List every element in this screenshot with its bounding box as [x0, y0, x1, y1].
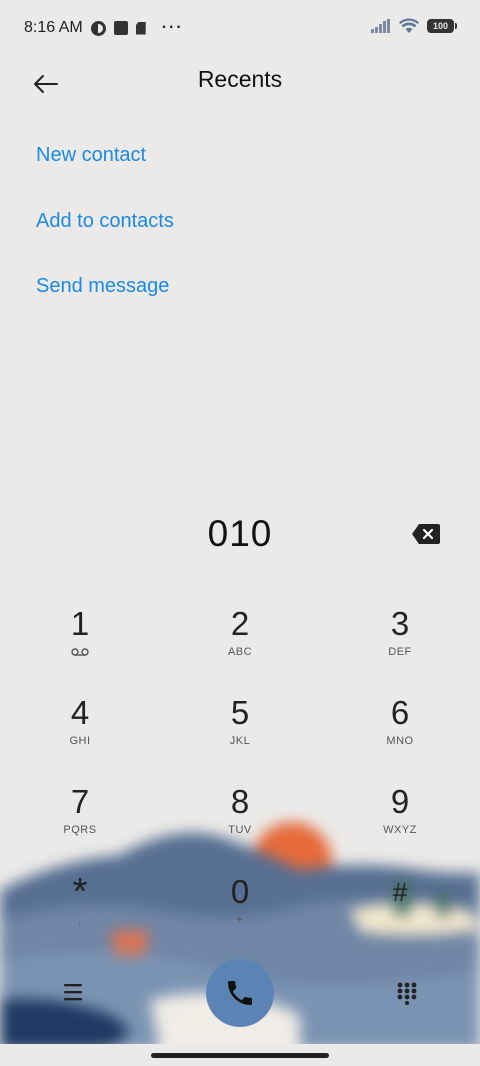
key-digit: #: [392, 877, 408, 907]
key-digit: 5: [230, 694, 250, 731]
backspace-icon: [412, 524, 440, 544]
wifi-icon: [399, 18, 419, 33]
key-hash[interactable]: #: [340, 872, 460, 952]
key-7[interactable]: 7 PQRS: [20, 782, 140, 862]
key-digit: 7: [70, 783, 90, 820]
add-to-contacts-link[interactable]: Add to contacts: [36, 210, 174, 233]
dialed-number: 010: [207, 513, 273, 554]
key-letters: JKL: [229, 735, 251, 747]
page-title: Recents: [197, 66, 283, 92]
key-8[interactable]: 8 TUV: [180, 782, 300, 862]
home-indicator[interactable]: [151, 1053, 329, 1058]
more-notifications-icon: ···: [161, 19, 184, 36]
key-letters: PQRS: [63, 824, 97, 836]
status-time: 8:16 AM: [24, 19, 83, 36]
menu-button[interactable]: [60, 980, 86, 1004]
key-digit: 6: [390, 694, 410, 731]
new-contact-link[interactable]: New contact: [36, 144, 146, 167]
key-0[interactable]: 0 +: [180, 872, 300, 952]
key-1[interactable]: 1: [20, 604, 140, 684]
phone-icon: [228, 981, 252, 1005]
key-letters: GHI: [69, 735, 91, 747]
navigation-bar: [0, 1044, 480, 1066]
key-letters: +: [236, 914, 244, 926]
key-9[interactable]: 9 WXYZ: [340, 782, 460, 862]
battery-icon: 100: [427, 19, 457, 33]
call-button[interactable]: [206, 959, 274, 1027]
header: Recents: [0, 56, 480, 112]
status-bar: 8:16 AM ··· 100: [0, 0, 480, 56]
key-letters: ,: [78, 914, 82, 926]
menu-icon: [64, 984, 82, 1001]
key-letters: ABC: [227, 646, 253, 658]
dialpad-icon: [397, 982, 417, 1005]
key-digit: 2: [230, 605, 250, 642]
key-5[interactable]: 5 JKL: [180, 693, 300, 773]
keypad-toggle-button[interactable]: [396, 981, 418, 1005]
send-message-link[interactable]: Send message: [36, 275, 169, 298]
key-digit: 0: [230, 873, 250, 910]
key-3[interactable]: 3 DEF: [340, 604, 460, 684]
key-digit: 3: [390, 605, 410, 642]
sim-card-icon: [135, 21, 146, 35]
key-2[interactable]: 2 ABC: [180, 604, 300, 684]
key-digit: 8: [230, 783, 250, 820]
key-letters: WXYZ: [383, 824, 417, 836]
key-letters: TUV: [228, 824, 252, 836]
data-saver-icon: [90, 20, 106, 36]
signal-icon: [371, 19, 390, 33]
key-letters: MNO: [386, 735, 414, 747]
key-6[interactable]: 6 MNO: [340, 693, 460, 773]
key-digit: 4: [70, 694, 90, 731]
voicemail-icon: [71, 648, 89, 656]
key-letters: DEF: [388, 646, 412, 658]
key-digit: 1: [70, 605, 90, 642]
key-4[interactable]: 4 GHI: [20, 693, 140, 773]
key-star[interactable]: * ,: [20, 872, 140, 952]
key-digit: *: [72, 871, 88, 913]
backspace-button[interactable]: [411, 523, 441, 545]
key-digit: 9: [390, 783, 410, 820]
square-notification-icon: [113, 21, 128, 35]
